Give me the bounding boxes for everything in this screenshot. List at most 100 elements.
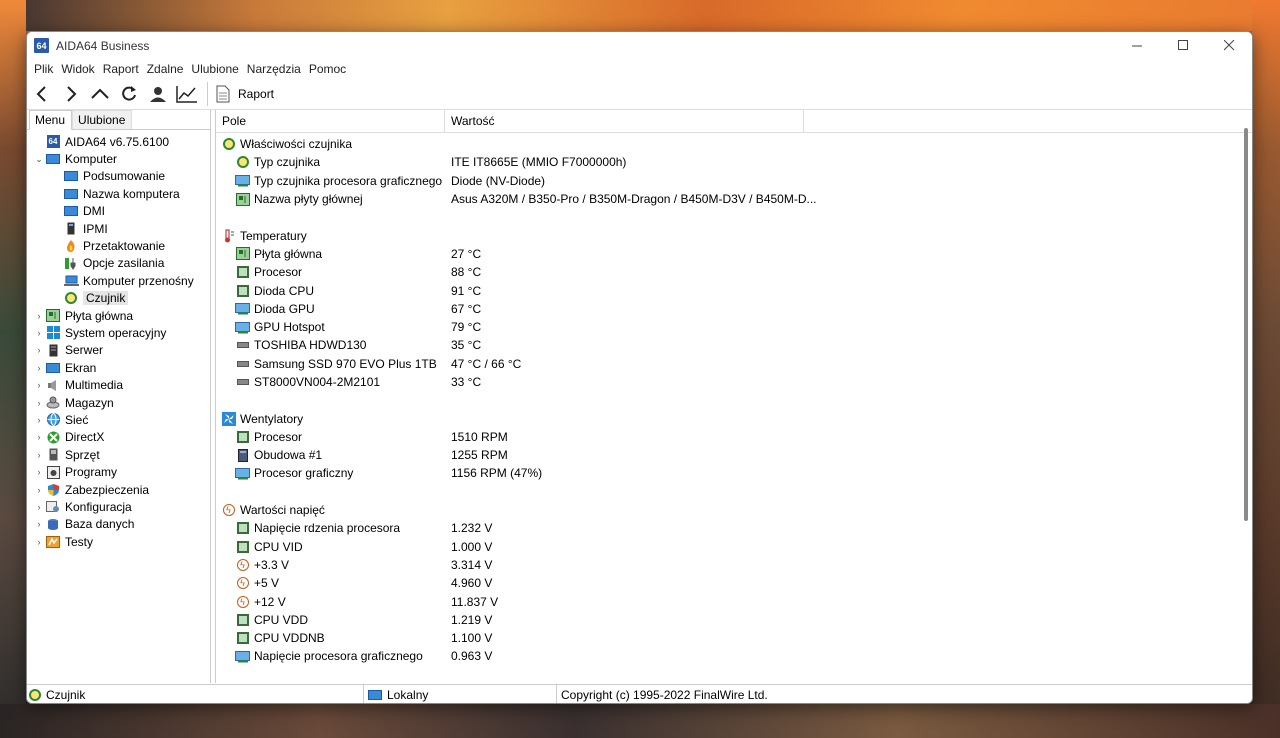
sensor-row[interactable]: Obudowa #1 1255 RPM	[216, 446, 1252, 464]
back-button[interactable]	[27, 80, 56, 108]
tree-item[interactable]: › Magazyn	[27, 394, 210, 411]
menu-raport[interactable]: Raport	[102, 62, 146, 76]
sensor-row[interactable]: TOSHIBA HDWD130 35 °C	[216, 336, 1252, 354]
sensor-row[interactable]: CPU VID 1.000 V	[216, 538, 1252, 556]
title-bar[interactable]: 64 AIDA64 Business	[27, 32, 1252, 59]
menu-zdalne[interactable]: Zdalne	[146, 62, 191, 76]
chevron-right-icon[interactable]: ›	[33, 328, 45, 338]
section-header[interactable]: Wentylatory	[216, 409, 1252, 427]
chevron-right-icon[interactable]: ›	[33, 537, 45, 547]
column-field-header[interactable]: Pole	[216, 110, 445, 132]
tree-item[interactable]: › System operacyjny	[27, 324, 210, 341]
sensor-row[interactable]: Napięcie procesora graficznego 0.963 V	[216, 647, 1252, 665]
tree-item[interactable]: › Serwer	[27, 342, 210, 359]
tree-item[interactable]: › Programy	[27, 463, 210, 480]
tree-item[interactable]: Podsumowanie	[27, 168, 210, 185]
chevron-down-icon[interactable]: ⌄	[33, 154, 45, 165]
tab-favorites[interactable]: Ulubione	[72, 110, 133, 129]
tree-item-label: Magazyn	[65, 395, 114, 410]
motherboard-icon	[46, 309, 60, 323]
tree-item[interactable]: DMI	[27, 203, 210, 220]
sensor-row[interactable]: Procesor 88 °C	[216, 263, 1252, 281]
tree-item[interactable]: › Sprzęt	[27, 446, 210, 463]
up-button[interactable]	[85, 80, 114, 108]
tree-item[interactable]: Komputer przenośny	[27, 272, 210, 289]
field-value: 4.960 V	[451, 576, 493, 591]
tree-item[interactable]: › Baza danych	[27, 516, 210, 533]
chevron-right-icon[interactable]: ›	[33, 502, 45, 512]
chevron-right-icon[interactable]: ›	[33, 450, 45, 460]
tree-item[interactable]: › Konfiguracja	[27, 498, 210, 515]
tree-item[interactable]: › DirectX	[27, 429, 210, 446]
sensor-row[interactable]: Dioda CPU 91 °C	[216, 281, 1252, 299]
chevron-right-icon[interactable]: ›	[33, 311, 45, 321]
tree-item[interactable]: Przetaktowanie	[27, 237, 210, 254]
section-header[interactable]: ϟ Wartości napięć	[216, 501, 1252, 519]
sensor-row[interactable]: Dioda GPU 67 °C	[216, 300, 1252, 318]
close-button[interactable]	[1206, 32, 1252, 59]
chevron-right-icon[interactable]: ›	[33, 398, 45, 408]
refresh-button[interactable]	[114, 80, 143, 108]
menu-plik[interactable]: Plik	[33, 62, 60, 76]
menu-ulubione[interactable]: Ulubione	[190, 62, 245, 76]
sensor-row[interactable]: Procesor graficzny 1156 RPM (47%)	[216, 464, 1252, 482]
menu-widok[interactable]: Widok	[60, 62, 101, 76]
chevron-right-icon[interactable]: ›	[33, 345, 45, 355]
chevron-right-icon[interactable]: ›	[33, 467, 45, 477]
desktop-wallpaper-right	[1252, 0, 1280, 738]
tree-item[interactable]: 64 AIDA64 v6.75.6100	[27, 133, 210, 150]
sensor-row[interactable]: ϟ +3.3 V 3.314 V	[216, 556, 1252, 574]
minimize-button[interactable]	[1114, 32, 1160, 59]
tree-item[interactable]: › Testy	[27, 533, 210, 550]
windows-icon	[46, 326, 60, 340]
tree-item[interactable]: Opcje zasilania	[27, 255, 210, 272]
vertical-scrollbar[interactable]	[1244, 128, 1248, 521]
chevron-right-icon[interactable]: ›	[33, 380, 45, 390]
sensor-row[interactable]: CPU VDD 1.219 V	[216, 611, 1252, 629]
chevron-right-icon[interactable]: ›	[33, 432, 45, 442]
cpu-icon	[236, 284, 249, 297]
tree-item-label: Multimedia	[65, 378, 124, 393]
section-header[interactable]: Właściwości czujnika	[216, 135, 1252, 153]
field-value: 1.232 V	[451, 521, 493, 536]
menu-narzędzia[interactable]: Narzędzia	[246, 62, 308, 76]
tree-item[interactable]: ⌄ Komputer	[27, 150, 210, 167]
field-name: Procesor	[254, 429, 303, 444]
chevron-right-icon[interactable]: ›	[33, 363, 45, 373]
sensor-row[interactable]: Napięcie rdzenia procesora 1.232 V	[216, 519, 1252, 537]
chevron-right-icon[interactable]: ›	[33, 485, 45, 495]
sensor-row[interactable]: CPU VDDNB 1.100 V	[216, 629, 1252, 647]
sensor-row[interactable]: ϟ +5 V 4.960 V	[216, 574, 1252, 592]
field-name: +5 V	[254, 576, 280, 591]
tree-item[interactable]: Czujnik	[27, 290, 210, 307]
sensor-row[interactable]: Procesor 1510 RPM	[216, 428, 1252, 446]
tree-item[interactable]: › Zabezpieczenia	[27, 481, 210, 498]
tree-item[interactable]: › Ekran	[27, 359, 210, 376]
column-value-header[interactable]: Wartość	[445, 110, 804, 132]
sensor-row[interactable]: ST8000VN004-2M2101 33 °C	[216, 373, 1252, 391]
tree-item[interactable]: Nazwa komputera	[27, 185, 210, 202]
tree-item[interactable]: IPMI	[27, 220, 210, 237]
sensor-row[interactable]: Samsung SSD 970 EVO Plus 1TB 47 °C / 66 °…	[216, 355, 1252, 373]
sensor-row[interactable]: GPU Hotspot 79 °C	[216, 318, 1252, 336]
maximize-button[interactable]	[1160, 32, 1206, 59]
field-value: 11.837 V	[451, 594, 499, 609]
sensor-row[interactable]: Typ czujnika procesora graficznego Diode …	[216, 172, 1252, 190]
chevron-right-icon[interactable]: ›	[33, 519, 45, 529]
sensor-row[interactable]: Nazwa płyty głównej Asus A320M / B350-Pro…	[216, 190, 1252, 208]
sensor-row[interactable]: Typ czujnika ITE IT8665E (MMIO F7000000h)	[216, 153, 1252, 171]
tree-item[interactable]: › Multimedia	[27, 376, 210, 393]
menu-pomoc[interactable]: Pomoc	[308, 62, 353, 76]
forward-button[interactable]	[56, 80, 85, 108]
user-button[interactable]	[143, 80, 172, 108]
chevron-right-icon[interactable]: ›	[33, 415, 45, 425]
tree-item[interactable]: › Płyta główna	[27, 307, 210, 324]
sensor-row[interactable]: Płyta główna 27 °C	[216, 245, 1252, 263]
tab-menu[interactable]: Menu	[29, 110, 73, 130]
report-button[interactable]: Raport	[214, 85, 274, 103]
sensor-row[interactable]: ϟ +12 V 11.837 V	[216, 592, 1252, 610]
tree-item[interactable]: › Sieć	[27, 411, 210, 428]
section-header[interactable]: Temperatury	[216, 226, 1252, 244]
chart-button[interactable]	[172, 80, 201, 108]
